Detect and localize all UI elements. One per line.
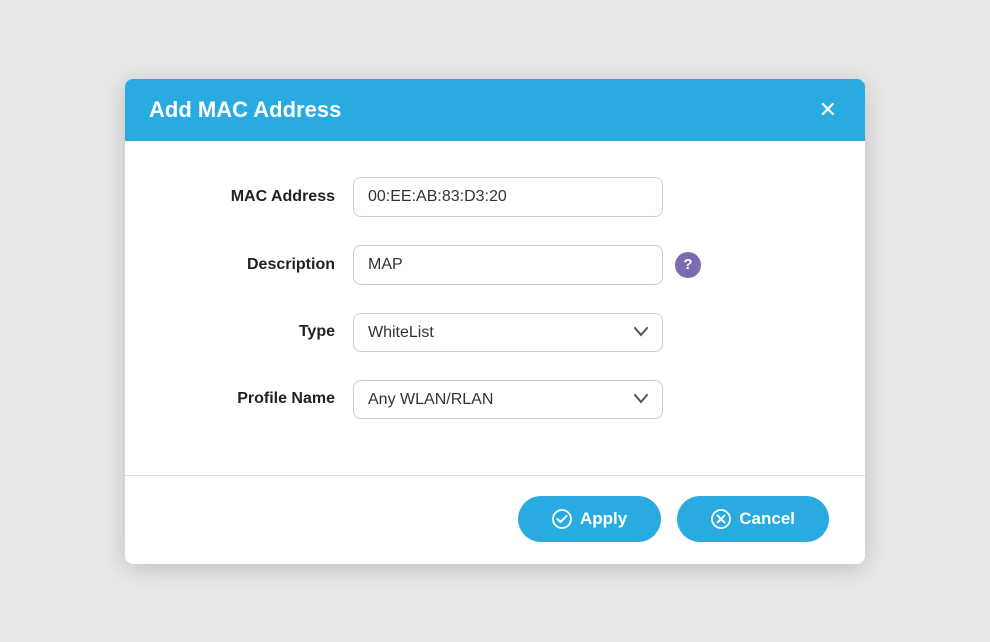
type-row: Type WhiteList BlackList [173, 313, 817, 352]
help-icon[interactable]: ? [675, 252, 701, 278]
description-input[interactable] [353, 245, 663, 285]
mac-address-input[interactable] [353, 177, 663, 217]
cancel-x-icon [711, 509, 731, 529]
dialog-body: MAC Address Description ? Type WhiteList… [125, 141, 865, 475]
profile-name-label: Profile Name [173, 390, 353, 408]
type-label: Type [173, 323, 353, 341]
profile-name-select[interactable]: Any WLAN/RLAN [353, 380, 663, 419]
dialog-header: Add MAC Address ✕ [125, 79, 865, 141]
description-row: Description ? [173, 245, 817, 285]
add-mac-address-dialog: Add MAC Address ✕ MAC Address Descriptio… [125, 79, 865, 564]
mac-address-row: MAC Address [173, 177, 817, 217]
dialog-footer: Apply Cancel [125, 475, 865, 564]
mac-address-label: MAC Address [173, 188, 353, 206]
profile-name-row: Profile Name Any WLAN/RLAN [173, 380, 817, 419]
cancel-button[interactable]: Cancel [677, 496, 829, 542]
description-label: Description [173, 256, 353, 274]
apply-button[interactable]: Apply [518, 496, 661, 542]
apply-check-icon [552, 509, 572, 529]
dialog-title: Add MAC Address [149, 97, 341, 123]
type-select[interactable]: WhiteList BlackList [353, 313, 663, 352]
close-button[interactable]: ✕ [815, 99, 841, 121]
